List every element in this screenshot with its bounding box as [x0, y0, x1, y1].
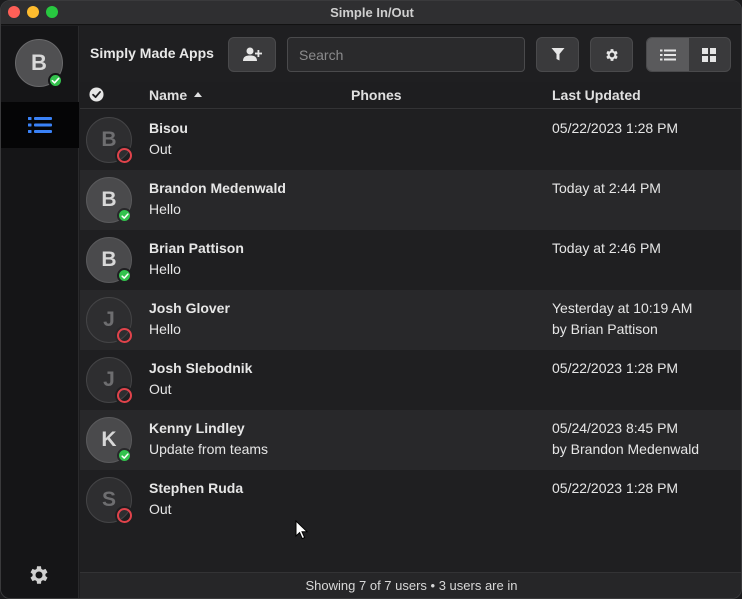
list-header: Name Phones Last Updated — [80, 82, 741, 109]
add-user-button[interactable] — [228, 37, 276, 72]
list-view-icon — [659, 49, 676, 60]
user-status-message: Out — [149, 381, 172, 397]
user-name: Kenny Lindley — [149, 420, 245, 436]
grid-view-icon — [702, 47, 717, 62]
user-initial: B — [101, 188, 117, 211]
user-initial: B — [101, 128, 117, 151]
current-user-status-in-icon — [48, 73, 63, 88]
add-user-icon — [243, 47, 262, 61]
status-out-icon — [117, 388, 132, 403]
sidebar-settings-gear-icon[interactable] — [27, 563, 51, 587]
nav-item-list[interactable] — [1, 102, 79, 148]
mouse-cursor-icon — [295, 520, 309, 540]
column-header-name[interactable]: Name — [149, 87, 187, 103]
last-updated: 05/22/2023 1:28 PM — [552, 360, 679, 376]
user-initial: B — [101, 248, 117, 271]
user-name: Josh Glover — [149, 300, 230, 316]
column-header-phones[interactable]: Phones — [351, 87, 402, 103]
status-in-icon — [117, 268, 132, 283]
filter-button[interactable] — [536, 37, 579, 72]
user-row[interactable]: B Brian Pattison Hello Today at 2:46 PM — [80, 230, 741, 290]
status-out-icon — [117, 508, 132, 523]
user-list: B Bisou Out 05/22/2023 1:28 PM B Brandon… — [80, 110, 741, 572]
user-status-message: Out — [149, 501, 172, 517]
user-initial: J — [103, 308, 115, 331]
user-row[interactable]: K Kenny Lindley Update from teams 05/24/… — [80, 410, 741, 470]
list-view-button[interactable] — [647, 38, 689, 71]
users-summary: Showing 7 of 7 users • 3 users are in — [305, 578, 518, 593]
status-bar: Showing 7 of 7 users • 3 users are in — [80, 572, 741, 598]
user-name: Brian Pattison — [149, 240, 244, 256]
user-initial: K — [101, 428, 117, 451]
sort-ascending-icon — [194, 92, 202, 97]
last-updated: 05/22/2023 1:28 PM — [552, 480, 679, 496]
sidebar: B — [1, 26, 79, 598]
status-out-icon — [117, 328, 132, 343]
toolbar: Simply Made Apps — [80, 26, 741, 82]
search-input[interactable] — [287, 37, 525, 72]
user-status-message: Hello — [149, 261, 181, 277]
list-icon — [28, 117, 52, 133]
user-status-message: Hello — [149, 321, 181, 337]
user-row[interactable]: B Bisou Out 05/22/2023 1:28 PM — [80, 110, 741, 170]
user-status-message: Update from teams — [149, 441, 269, 457]
status-in-icon — [117, 208, 132, 223]
status-out-icon — [117, 148, 132, 163]
user-status-message: Out — [149, 141, 172, 157]
user-name: Stephen Ruda — [149, 480, 244, 496]
updated-by: by Brandon Medenwald — [552, 441, 700, 457]
title-bar: Simple In/Out — [1, 1, 741, 25]
gear-icon — [605, 48, 618, 61]
user-row[interactable]: J Josh Glover Hello Yesterday at 10:19 A… — [80, 290, 741, 350]
filter-icon — [551, 48, 564, 61]
organization-name: Simply Made Apps — [90, 45, 214, 61]
last-updated: 05/24/2023 8:45 PM — [552, 420, 679, 436]
settings-button[interactable] — [590, 37, 633, 72]
user-row[interactable]: J Josh Slebodnik Out 05/22/2023 1:28 PM — [80, 350, 741, 410]
view-mode-toggle — [646, 37, 731, 72]
last-updated: Today at 2:46 PM — [552, 240, 661, 256]
column-header-last-updated[interactable]: Last Updated — [552, 87, 641, 103]
user-name: Bisou — [149, 120, 188, 136]
current-user-initial: B — [31, 50, 47, 75]
status-in-icon — [117, 448, 132, 463]
last-updated: Yesterday at 10:19 AM — [552, 300, 693, 316]
updated-by: by Brian Pattison — [552, 321, 658, 337]
app-window: Simple In/Out B Simply Made Apps Search … — [0, 0, 742, 599]
user-name: Brandon Medenwald — [149, 180, 286, 196]
window-title: Simple In/Out — [330, 5, 414, 20]
user-status-message: Hello — [149, 201, 181, 217]
select-all-checkbox-icon[interactable] — [89, 87, 104, 102]
grid-view-button[interactable] — [689, 38, 731, 71]
user-initial: S — [101, 488, 116, 511]
user-row[interactable]: B Brandon Medenwald Hello Today at 2:44 … — [80, 170, 741, 230]
last-updated: Today at 2:44 PM — [552, 180, 661, 196]
user-row[interactable]: S Stephen Ruda Out 05/22/2023 1:28 PM — [80, 470, 741, 530]
user-name: Josh Slebodnik — [149, 360, 253, 376]
user-initial: J — [103, 368, 115, 391]
last-updated: 05/22/2023 1:28 PM — [552, 120, 679, 136]
